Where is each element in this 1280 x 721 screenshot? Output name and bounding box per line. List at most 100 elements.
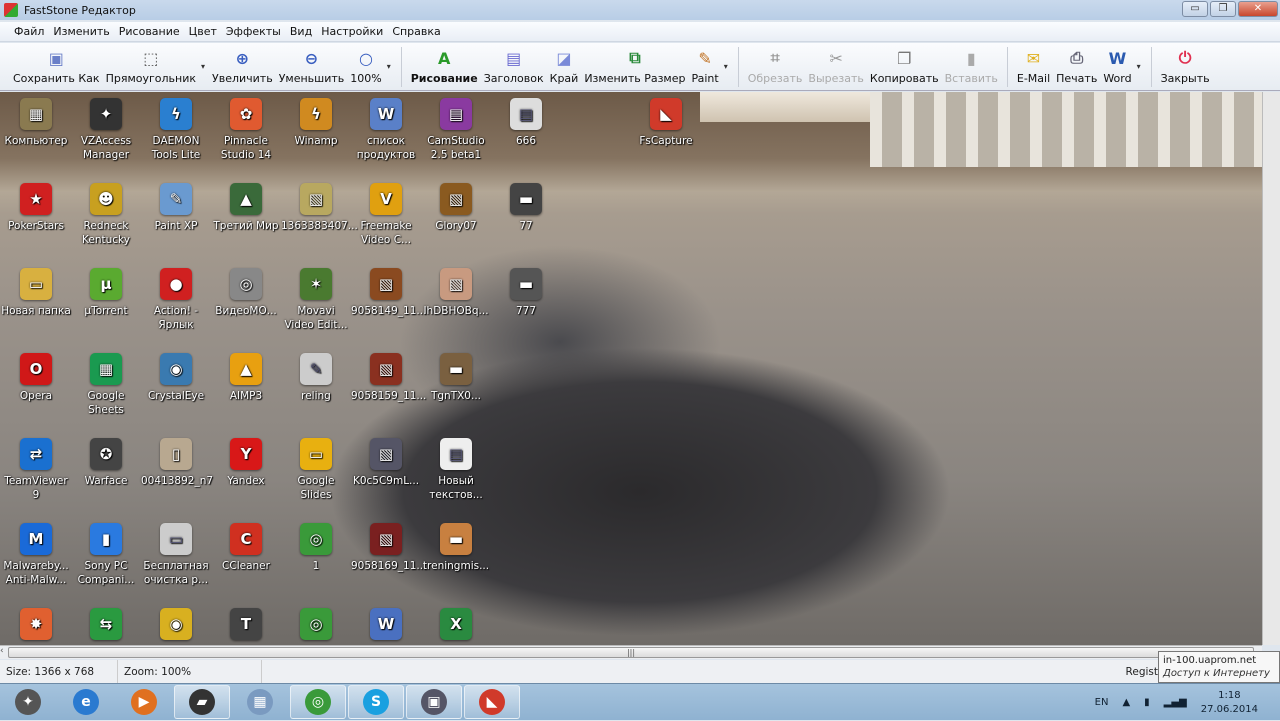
scrollbar-thumb[interactable]: ||| xyxy=(8,647,1254,658)
restore-button[interactable]: ❐ xyxy=(1210,1,1236,17)
toolbar-button-word[interactable]: W Word xyxy=(1100,43,1134,86)
toolbar-button-crop[interactable]: ⌗ Обрезать xyxy=(745,43,806,85)
toolbar-button-paste[interactable]: ▮ Вставить xyxy=(942,43,1001,86)
desktop-icon[interactable]: ● Action! - Ярлык xyxy=(141,268,211,332)
desktop-icon[interactable]: M Malwareby... Anti-Malw... xyxy=(1,523,71,587)
desktop-icon[interactable]: ▬ 77 xyxy=(491,183,561,233)
menu-4[interactable]: Эффекты xyxy=(226,25,281,38)
network-signal-icon[interactable]: ▂▄▆ xyxy=(1164,697,1187,708)
clock[interactable]: 1:18 27.06.2014 xyxy=(1201,689,1258,717)
desktop-icon[interactable]: ▭ Новая папка xyxy=(1,268,71,318)
scroll-left-arrow-icon[interactable]: ‹ xyxy=(0,646,4,656)
desktop-icon[interactable]: ▭ Бесплатная очистка р... xyxy=(141,523,211,587)
toolbar-button-power[interactable]: ⏻ Закрыть xyxy=(1158,43,1213,85)
taskbar-button-faststone-capture[interactable]: ◣ xyxy=(464,685,520,719)
toolbar-button-copy[interactable]: ❐ Копировать xyxy=(867,43,942,86)
tray-expand-icon[interactable]: ▲ xyxy=(1122,697,1130,708)
desktop-icon[interactable]: ▬ 777 xyxy=(491,268,561,318)
desktop-icon[interactable]: ✎ reling xyxy=(281,353,351,403)
desktop-icon[interactable]: ▤ CamStudio 2.5 beta1 xyxy=(421,98,491,162)
close-button[interactable]: ✕ xyxy=(1238,1,1278,17)
toolbar-button-edge[interactable]: ◪ Край xyxy=(547,43,582,86)
desktop-icon[interactable]: ▧ 9058149_11... xyxy=(351,268,426,318)
toolbar-button-paint[interactable]: ✎ Paint xyxy=(688,43,721,86)
desktop-icon[interactable]: ⇄ TeamViewer 9 xyxy=(1,438,71,502)
desktop-icon[interactable]: ▮ Sony PC Compani... xyxy=(71,523,141,587)
desktop-icon[interactable]: ▲ Третий Мир xyxy=(211,183,281,233)
desktop-icon[interactable]: ▬ TgnTX0... xyxy=(421,353,491,403)
desktop-icon[interactable]: V Freemake Video C... xyxy=(351,183,421,247)
image-canvas[interactable]: ▦ Компьютер ✦ VZAccess Manager ϟ DAEMON Tools… xyxy=(0,92,1262,645)
toolbar-button-print[interactable]: ⎙ Печать xyxy=(1053,43,1100,85)
toolbar-button-zoom-out[interactable]: ⊖ Уменьшить xyxy=(276,43,348,86)
desktop-icon[interactable]: ▦ Google Sheets xyxy=(71,353,141,417)
taskbar-button-calculator[interactable]: ▦ xyxy=(232,685,288,719)
taskbar-button-skype[interactable]: S xyxy=(348,685,404,719)
desktop-icon[interactable]: ◉ CrystalEye xyxy=(141,353,211,403)
desktop-icon[interactable]: ✦ VZAccess Manager xyxy=(71,98,141,162)
desktop-icon[interactable]: ▧ Glory07 xyxy=(421,183,491,233)
toolbar-button-draw[interactable]: A Рисование xyxy=(408,43,481,86)
dropdown-arrow-icon[interactable]: ▾ xyxy=(201,62,205,71)
desktop-icon[interactable]: X xyxy=(421,608,491,644)
desktop-icon[interactable]: O Opera xyxy=(1,353,71,403)
desktop-icon[interactable]: ϟ Winamp xyxy=(281,98,351,148)
desktop-icon[interactable]: ⇆ xyxy=(71,608,141,644)
power-tray-icon[interactable]: ▮ xyxy=(1144,697,1150,708)
desktop-icon[interactable]: ✶ Movavi Video Edit... xyxy=(281,268,351,332)
toolbar-button-save[interactable]: ▣ Сохранить Как xyxy=(10,43,103,86)
desktop-icon[interactable]: ◎ xyxy=(281,608,351,644)
menu-5[interactable]: Вид xyxy=(290,25,312,38)
toolbar-button-rectangle-select[interactable]: ⬚ Прямоугольник xyxy=(103,43,199,86)
dropdown-arrow-icon[interactable]: ▾ xyxy=(1137,62,1141,71)
language-indicator[interactable]: EN xyxy=(1095,697,1109,708)
desktop-icon[interactable]: ◉ xyxy=(141,608,211,644)
toolbar-button-resize[interactable]: ⧉ Изменить Размер xyxy=(581,43,688,85)
desktop-icon[interactable]: ▤ Новый текстов... xyxy=(421,438,491,502)
toolbar-button-scissors[interactable]: ✂ Вырезать xyxy=(805,43,866,86)
desktop-icon[interactable]: T xyxy=(211,608,281,644)
vertical-scrollbar[interactable] xyxy=(1262,92,1280,645)
desktop-icon[interactable]: ✪ Warface xyxy=(71,438,141,488)
desktop-icon[interactable]: C CCleaner xyxy=(211,523,281,573)
desktop-icon[interactable]: W xyxy=(351,608,421,644)
desktop-icon[interactable]: Y Yandex xyxy=(211,438,281,488)
desktop-icon[interactable]: ☻ Redneck Kentucky xyxy=(71,183,141,247)
toolbar-button-zoom-in[interactable]: ⊕ Увеличить xyxy=(209,43,276,86)
taskbar-button-briefcase[interactable]: ▰ xyxy=(174,685,230,719)
desktop-icon[interactable]: ◎ 1 xyxy=(281,523,351,573)
desktop-icon[interactable]: ◣ FsCapture xyxy=(631,98,701,148)
desktop-icon[interactable]: ▧ IhDBHOBq... xyxy=(421,268,491,318)
desktop-icon[interactable]: ▤ 666 xyxy=(491,98,561,148)
desktop-icon[interactable]: ✎ Paint XP xyxy=(141,183,211,233)
toolbar-button-email[interactable]: ✉ E-Mail xyxy=(1014,43,1053,86)
desktop-icon[interactable]: ▧ K0c5C9mL... xyxy=(351,438,421,488)
toolbar-button-caption[interactable]: ▤ Заголовок xyxy=(481,43,547,86)
menu-6[interactable]: Настройки xyxy=(321,25,383,38)
desktop-icon[interactable]: Wсписок продуктов xyxy=(351,98,421,162)
desktop-icon[interactable]: ▬ treningmis... xyxy=(421,523,491,573)
menu-7[interactable]: Справка xyxy=(392,25,440,38)
desktop-icon[interactable]: ✿ Pinnacle Studio 14 xyxy=(211,98,281,162)
desktop-icon[interactable]: ★ PokerStars xyxy=(1,183,71,233)
desktop-icon[interactable]: ▭ Google Slides xyxy=(281,438,351,502)
desktop-icon[interactable]: ▧ 9058169_11... xyxy=(351,523,426,573)
menu-0[interactable]: Файл xyxy=(14,25,44,38)
menu-3[interactable]: Цвет xyxy=(189,25,217,38)
desktop-icon[interactable]: ▯ 00413892_n7 xyxy=(141,438,213,488)
desktop-icon[interactable]: ▧ 9058159_11... xyxy=(351,353,426,403)
desktop-icon[interactable]: ϟ DAEMON Tools Lite xyxy=(141,98,211,162)
taskbar-button-start[interactable]: ✦ xyxy=(0,685,56,719)
menu-2[interactable]: Рисование xyxy=(119,25,180,38)
desktop-icon[interactable]: ▧ 1363383407... xyxy=(281,183,358,233)
desktop-icon[interactable]: ▲ AIMP3 xyxy=(211,353,281,403)
taskbar-button-screen-recorder[interactable]: ▣ xyxy=(406,685,462,719)
dropdown-arrow-icon[interactable]: ▾ xyxy=(724,62,728,71)
horizontal-scrollbar[interactable]: ‹ ||| xyxy=(0,645,1262,659)
taskbar-button-media-player[interactable]: ▶ xyxy=(116,685,172,719)
desktop-icon[interactable]: ◎ ВидеоМО... xyxy=(211,268,281,318)
desktop-icon[interactable]: ▦ Компьютер xyxy=(1,98,71,148)
toolbar-button-zoom-actual[interactable]: ○ 100% xyxy=(347,43,384,86)
desktop-icon[interactable]: ✸ xyxy=(1,608,71,644)
taskbar-button-internet-explorer[interactable]: e xyxy=(58,685,114,719)
